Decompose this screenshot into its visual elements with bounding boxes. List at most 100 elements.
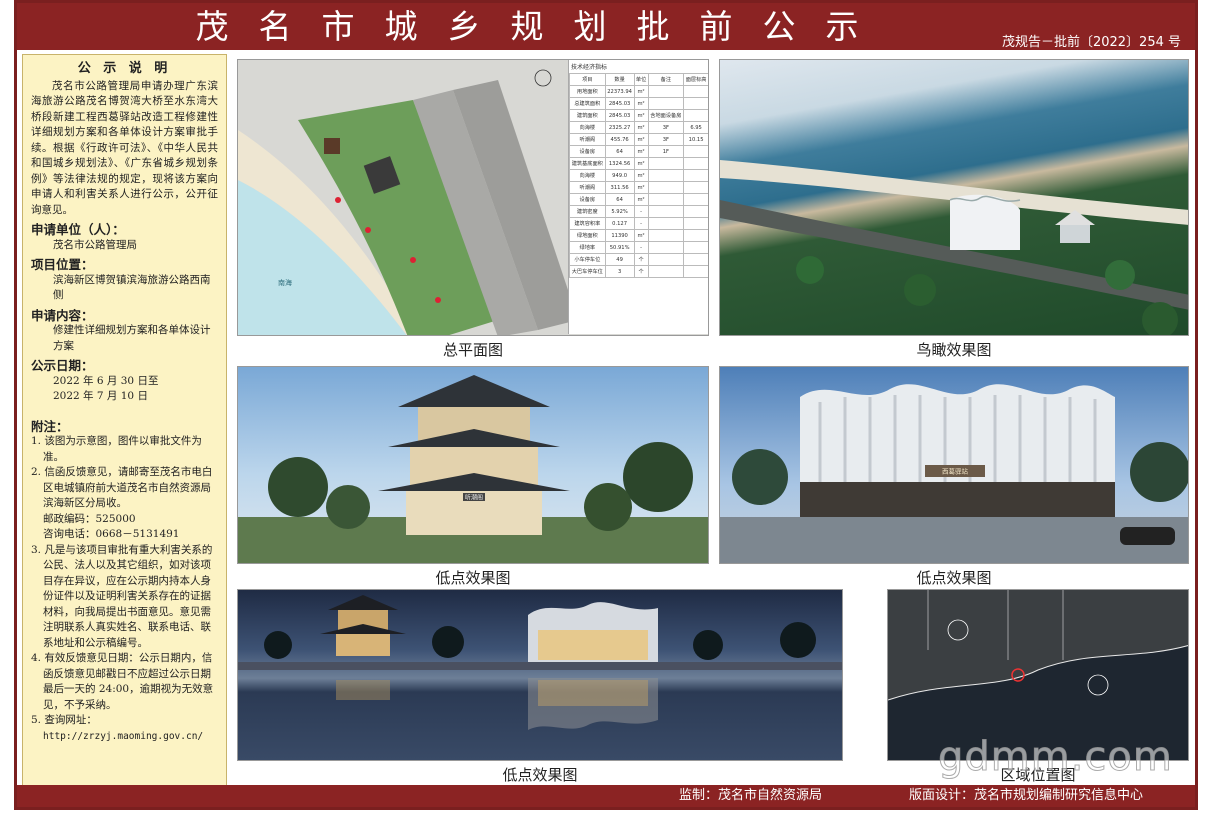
table-cell: 绿地率 [569,241,606,254]
caption-low-view-3: 低点效果图 [502,766,578,784]
table-cell [647,157,685,170]
table-cell [647,97,685,110]
tech-table-body: 用地面积 22373.94 m² 总建筑面积 2845.03 m² 建筑面积 2845.03 m… [569,85,708,278]
table-cell: 11390 [604,229,635,242]
table-cell: 6.95 [683,121,708,134]
table-cell: 个 [633,265,649,278]
table-cell [647,253,685,266]
sea-label: 南海 [278,278,292,287]
table-row: 设备房 64 m² [569,193,708,206]
notice-board: 茂名市城乡规划批前公示 茂规告－批前〔2022〕254 号 公 示 说 明 茂名… [14,0,1198,810]
table-cell [647,265,685,278]
column-header: 备注 [647,73,685,86]
table-row: 听潮阁 455.76 m² 3F 10.15 [569,133,708,146]
table-cell: 建筑密度 [569,205,606,218]
date-from: 2022 年 6 月 30 日至 [53,374,159,387]
table-cell: 10.15 [683,133,708,146]
table-row: 建筑基底面积 1324.56 m² [569,157,708,170]
date-label: 公示日期： [31,358,94,373]
table-cell [683,193,708,206]
hall-render-drawing: 西葛驿站 [720,384,1188,563]
aerial-render-image [719,59,1189,336]
table-row: 用地面积 22373.94 m² [569,85,708,98]
table-cell [683,157,708,170]
table-row: 小车停车位 49 个 [569,253,708,266]
table-cell [683,217,708,230]
aerial-render-drawing [720,160,1188,335]
query-url-link[interactable]: http://zrzyj.maoming.gov.cn/ [31,729,218,745]
table-cell: 总建筑面积 [569,97,606,110]
table-cell: 建筑面积 [569,109,606,122]
table-row: 建筑面积 2845.03 m² 含地面设备房 [569,109,708,122]
tech-indicator-table: 技术经济指标 项目 数量 单位 备注 面层标高 用地面积 22373.94 m² 总建… [568,60,708,334]
table-cell [647,181,685,194]
table-cell: m² [633,181,649,194]
appendix-label: 附注： [31,418,69,434]
table-cell: 向海楼 [569,169,606,182]
table-cell: 建筑基底面积 [569,157,606,170]
column-header: 数量 [604,73,635,86]
table-row: 建筑密度 5.92% - [569,205,708,218]
table-cell: m² [633,133,649,146]
table-cell: m² [633,145,649,158]
table-cell [683,241,708,254]
column-header: 项目 [569,73,606,86]
footer-bar: 监制：茂名市自然资源局 版面设计：茂名市规划编制研究信息中心 [17,785,1195,807]
table-cell [683,205,708,218]
table-cell: 听潮阁 [569,133,606,146]
location-value: 滨海新区博贺镇滨海旅游公路西南侧 [53,273,211,302]
table-cell [683,229,708,242]
table-cell: 个 [633,253,649,266]
table-cell [683,145,708,158]
table-row: 大巴车停车位 3 个 [569,265,708,278]
table-cell [683,169,708,182]
table-cell: 3 [604,265,635,278]
table-cell [647,169,685,182]
pagoda-sign: 听潮阁 [465,494,483,502]
table-cell: - [633,241,649,254]
table-cell: 2845.03 [604,97,635,110]
table-row: 绿地面积 11390 m² [569,229,708,242]
table-cell: 64 [604,193,635,206]
table-cell: m² [633,109,649,122]
location-label: 项目位置： [31,257,94,272]
page-title: 茂名市城乡规划批前公示 [195,7,889,46]
site-plan-image: 南海 技术经济指标 项目 数量 单位 备注 面层标高 用地面积 22373.94 m… [237,59,709,336]
table-row: 总建筑面积 2845.03 m² [569,97,708,110]
applicant-label: 申请单位（人）： [31,222,125,237]
table-cell [647,241,685,254]
table-cell [683,253,708,266]
table-cell: m² [633,169,649,182]
footer-design: 版面设计：茂名市规划编制研究信息中心 [909,788,1144,803]
table-cell: 2325.27 [604,121,635,134]
table-cell: 绿地面积 [569,229,606,242]
note-item: 5. 查询网址： [31,714,97,726]
pagoda-render-drawing: 听潮阁 [238,375,708,563]
table-cell: 1324.56 [604,157,635,170]
table-cell: 大巴车停车位 [569,265,606,278]
table-cell [647,85,685,98]
table-cell: - [633,205,649,218]
table-cell: 5.92% [604,205,635,218]
applicant-value: 茂名市公路管理局 [53,238,137,251]
table-cell: 用地面积 [569,85,606,98]
table-cell: 设备房 [569,145,606,158]
hall-sign: 西葛驿站 [942,467,969,476]
table-row: 向海楼 949.0 m² [569,169,708,182]
table-cell [647,205,685,218]
caption-site-plan: 总平面图 [442,341,503,359]
column-header: 单位 [633,73,649,86]
caption-aerial: 鸟瞰效果图 [916,341,992,359]
table-row: 绿地率 50.91% - [569,241,708,254]
table-cell: m² [633,121,649,134]
pagoda-render-image: 听潮阁 [237,366,709,564]
note-item: 2. 信函反馈意见，请邮寄至茂名市电白区电城镇府前大道茂名市自然资源局滨海新区分… [31,466,213,509]
table-cell: 含地面设备房 [647,109,685,122]
document-number: 茂规告－批前〔2022〕254 号 [1001,35,1181,50]
table-cell: - [633,217,649,230]
table-cell: 2845.03 [604,109,635,122]
watermark-text: gdmm.com [938,734,1173,781]
caption-low-view-2: 低点效果图 [916,569,992,587]
note-item: 咨询电话：0668－5131491 [43,528,180,540]
night-render-drawing [238,595,842,730]
